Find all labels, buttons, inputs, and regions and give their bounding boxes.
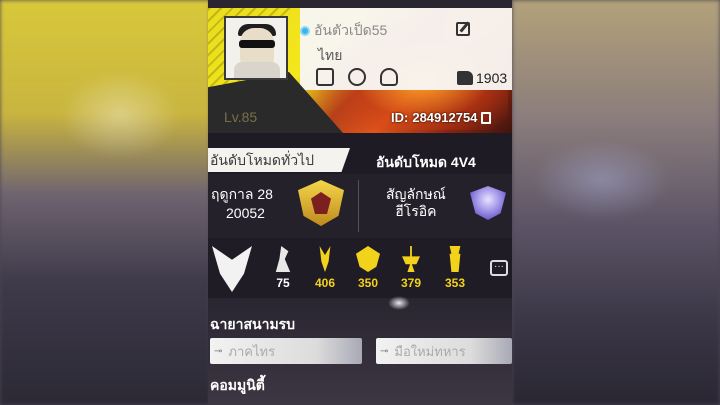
title-field-left[interactable]: ⊸ ภาคไทร — [210, 338, 362, 364]
gold-glyph-icon — [319, 246, 331, 272]
avatar[interactable] — [224, 16, 288, 80]
more-badges-button[interactable]: ··· — [490, 260, 508, 276]
badge-item[interactable]: 379 — [394, 246, 428, 290]
br-rank-points: 20052 — [226, 205, 265, 221]
badge-count: 353 — [444, 276, 466, 290]
thumbs-up-icon — [457, 71, 473, 85]
rank-tabs: อันดับโหมดทั่วไป อันดับโหมด 4V4 — [208, 146, 512, 174]
title-field-right[interactable]: ⊸ มือใหม่ทหาร — [376, 338, 512, 364]
badge-count: 379 — [400, 276, 422, 290]
heroic-badge-icon[interactable] — [298, 180, 344, 226]
gold-trophy-icon — [449, 246, 461, 272]
cs-rank-line2: ฮีโรอิค — [395, 203, 437, 219]
blurred-background-left — [0, 0, 210, 405]
title-field-left-text: ภาคไทร — [228, 343, 276, 359]
uid-value: 284912754 — [412, 110, 478, 125]
white-glyph-icon — [275, 246, 291, 272]
guild-emblem-icon[interactable] — [212, 246, 252, 292]
cs-rank-text: สัญลักษณ์ ฮีโรอิค — [386, 186, 446, 220]
uid-label: ID: — [391, 110, 409, 125]
badge-count: 75 — [276, 276, 290, 290]
titles-section: ฉายาสนามรบ ⊸ ภาคไทร ⊸ มือใหม่ทหาร คอมมูน… — [208, 296, 512, 405]
copy-icon[interactable] — [481, 111, 492, 124]
cs-rank-line1: สัญลักษณ์ — [386, 186, 446, 202]
clock-icon[interactable] — [348, 68, 366, 86]
gold-crest-icon — [356, 246, 380, 272]
badge-item[interactable]: 353 — [438, 246, 472, 290]
gold-scale-icon — [402, 246, 420, 272]
nickname-row: อันตัวเป็ด55 — [300, 20, 387, 42]
badge-item[interactable]: 350 — [351, 246, 385, 290]
sparkle — [388, 296, 410, 310]
badges-row: 75 406 350 379 353 ··· — [208, 240, 512, 298]
title-field-right-text: มือใหม่ทหาร — [394, 343, 466, 359]
player-level: Lv.85 — [224, 109, 258, 125]
field-marker-icon: ⊸ — [214, 345, 223, 357]
calendar-icon[interactable] — [316, 68, 334, 86]
rank-row: ฤดูกาล 28 20052 สัญลักษณ์ ฮีโรอิค — [208, 174, 512, 238]
profile-screen: อันตัวเป็ด55 ไทย 1903 Lv.85 ID: 28491275… — [208, 0, 512, 405]
field-marker-icon: ⊸ — [380, 345, 389, 357]
tab-cs-rank[interactable]: อันดับโหมด 4V4 — [376, 152, 476, 174]
community-heading: คอมมูนิตี้ — [210, 377, 265, 393]
profile-banner: อันตัวเป็ด55 ไทย 1903 Lv.85 ID: 28491275… — [208, 0, 512, 133]
tab-br-rank[interactable]: อันดับโหมดทั่วไป — [208, 148, 350, 172]
avatar-body — [234, 62, 280, 78]
badge-item[interactable]: 406 — [308, 246, 342, 290]
player-uid[interactable]: ID: 284912754 — [391, 110, 492, 125]
badge-item[interactable]: 75 — [266, 246, 300, 290]
verified-icon — [300, 26, 310, 36]
br-rank-text: ฤดูกาล 28 — [211, 186, 273, 202]
battle-title-heading: ฉายาสนามรบ — [210, 316, 296, 332]
edit-icon[interactable] — [456, 22, 470, 36]
country: ไทย — [318, 47, 343, 63]
rank-divider — [358, 180, 359, 232]
top-strip — [208, 0, 512, 8]
cs-heroic-badge-icon[interactable] — [470, 186, 506, 220]
helmet-icon[interactable] — [380, 68, 398, 86]
blurred-background-right — [512, 0, 720, 405]
sunglasses-icon — [239, 40, 275, 48]
badge-count: 406 — [314, 276, 336, 290]
nickname: อันตัวเป็ด55 — [314, 22, 388, 38]
profile-icons-row — [316, 68, 398, 86]
badge-count: 350 — [357, 276, 379, 290]
likes[interactable]: 1903 — [457, 70, 507, 86]
likes-count: 1903 — [476, 70, 508, 86]
